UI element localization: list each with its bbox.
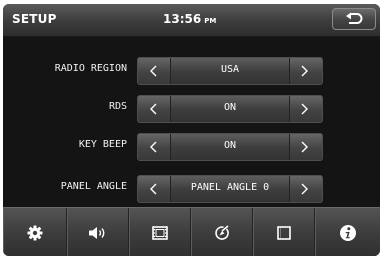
gear-icon <box>27 225 43 240</box>
setting-selector: USA <box>137 57 323 85</box>
return-arrow-icon <box>346 12 363 24</box>
previous-button[interactable] <box>138 176 171 202</box>
clock-time: 13:56 <box>163 12 202 26</box>
nav-info-button[interactable] <box>315 208 380 256</box>
next-button[interactable] <box>289 134 322 160</box>
nav-general-button[interactable] <box>3 208 67 256</box>
bottom-nav <box>3 207 380 256</box>
setting-value: ON <box>223 140 237 151</box>
video-icon <box>152 225 168 240</box>
setup-screen: SETUP 13:56 PM RADIO REGION USA RDS ON K… <box>3 4 380 256</box>
nav-display-button[interactable] <box>253 208 315 256</box>
setting-selector: ON <box>137 133 323 161</box>
setting-label: RADIO REGION <box>54 63 127 74</box>
setting-value: USA <box>220 64 240 75</box>
setting-label: RDS <box>108 101 127 112</box>
clock: 13:56 PM <box>163 12 216 26</box>
display-icon <box>277 225 291 240</box>
chevron-right-icon <box>301 65 308 77</box>
page-title: SETUP <box>12 12 57 26</box>
next-button[interactable] <box>289 96 322 122</box>
previous-button[interactable] <box>138 58 171 84</box>
top-bar: SETUP 13:56 PM <box>3 4 380 37</box>
chevron-left-icon <box>150 183 157 195</box>
chevron-right-icon <box>301 183 308 195</box>
setting-row-radio-region: RADIO REGION USA <box>3 57 380 85</box>
chevron-left-icon <box>150 141 157 153</box>
clock-ampm: PM <box>204 17 217 25</box>
back-button[interactable] <box>332 8 376 30</box>
setting-row-panel-angle: PANEL ANGLE PANEL ANGLE 0 <box>3 175 380 203</box>
setting-row-rds: RDS ON <box>3 95 380 123</box>
nav-video-button[interactable] <box>129 208 191 256</box>
speaker-icon <box>89 226 105 239</box>
setting-label: PANEL ANGLE <box>60 181 127 192</box>
setting-value: PANEL ANGLE 0 <box>190 182 270 193</box>
chevron-right-icon <box>301 141 308 153</box>
setting-row-key-beep: KEY BEEP ON <box>3 133 380 161</box>
previous-button[interactable] <box>138 96 171 122</box>
setting-value: ON <box>223 102 237 113</box>
nav-audio-button[interactable] <box>67 208 129 256</box>
nav-navigation-button[interactable] <box>191 208 253 256</box>
chevron-right-icon <box>301 103 308 115</box>
setting-selector: PANEL ANGLE 0 <box>137 175 323 203</box>
setting-label: KEY BEEP <box>78 139 127 150</box>
settings-list: RADIO REGION USA RDS ON KEY BEEP ON PANE… <box>3 37 380 207</box>
next-button[interactable] <box>289 58 322 84</box>
chevron-left-icon <box>150 103 157 115</box>
next-button[interactable] <box>289 176 322 202</box>
navigation-icon <box>215 224 229 240</box>
chevron-left-icon <box>150 65 157 77</box>
info-icon <box>340 224 356 241</box>
previous-button[interactable] <box>138 134 171 160</box>
setting-selector: ON <box>137 95 323 123</box>
